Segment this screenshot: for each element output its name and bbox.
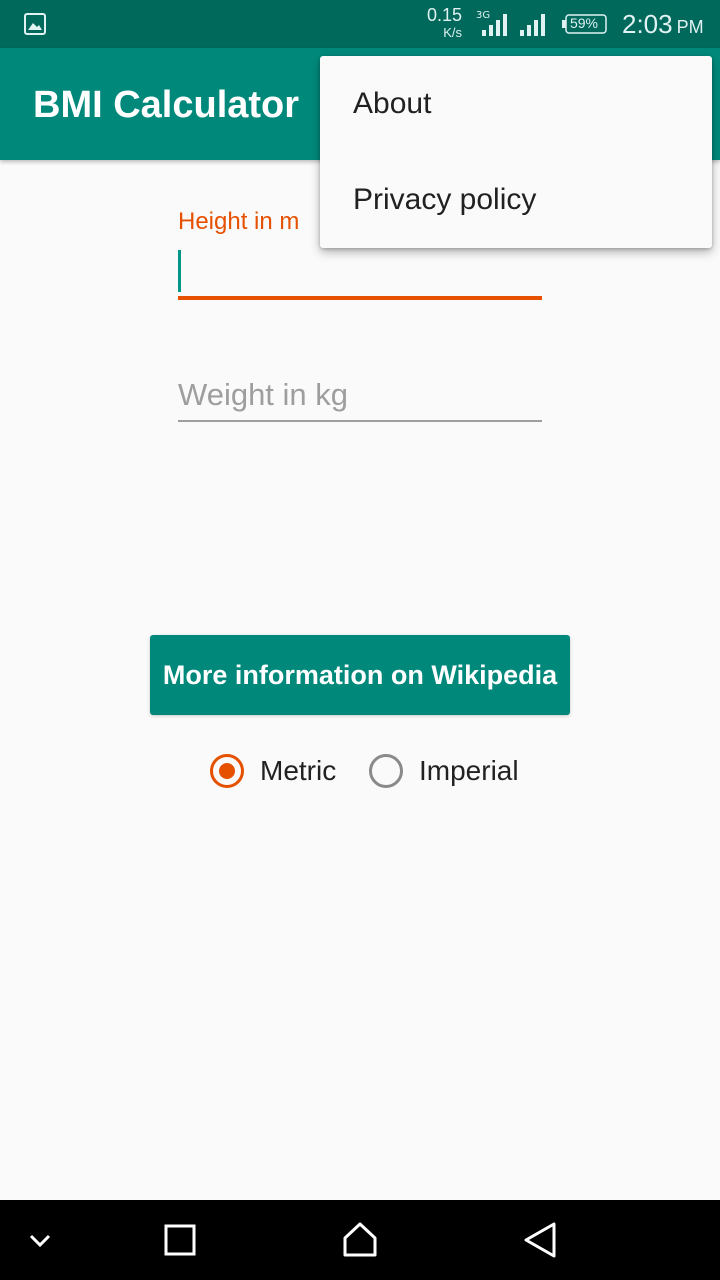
- svg-text:3G: 3G: [476, 10, 490, 21]
- status-bar: 0.15 K/s 3G 59% 2:03 PM: [0, 0, 720, 48]
- network-speed: 0.15 K/s: [418, 6, 462, 39]
- recent-apps-icon[interactable]: [158, 1218, 202, 1262]
- clock: 2:03 PM: [622, 9, 704, 40]
- gallery-icon: [24, 13, 46, 35]
- network-speed-value: 0.15: [426, 5, 462, 25]
- height-input[interactable]: [178, 246, 542, 300]
- clock-ampm: PM: [676, 17, 704, 37]
- back-icon[interactable]: [518, 1218, 562, 1262]
- menu-item-privacy-policy[interactable]: Privacy policy: [320, 152, 712, 248]
- battery-percent: 59%: [569, 15, 599, 31]
- home-icon[interactable]: [338, 1218, 382, 1262]
- menu-item-about[interactable]: About: [320, 56, 712, 152]
- weight-placeholder: Weight in kg: [178, 377, 349, 412]
- radio-unchecked-icon: [369, 754, 403, 788]
- signal-icon: [520, 14, 545, 36]
- weight-input[interactable]: Weight in kg: [178, 372, 542, 422]
- radio-metric-label: Metric: [260, 755, 337, 786]
- text-cursor: [178, 250, 181, 292]
- radio-metric[interactable]: Metric: [210, 750, 336, 792]
- radio-checked-icon: [210, 754, 244, 788]
- app-title: BMI Calculator: [33, 84, 300, 126]
- network-speed-unit: K/s: [443, 25, 462, 40]
- height-label: Height in m: [178, 208, 300, 235]
- radio-imperial[interactable]: Imperial: [369, 750, 519, 792]
- overflow-menu: About Privacy policy: [320, 56, 712, 248]
- signal-3g-icon: 3G: [476, 10, 507, 36]
- wikipedia-button[interactable]: More information on Wikipedia: [150, 635, 570, 715]
- clock-time: 2:03: [622, 9, 673, 39]
- chevron-down-icon[interactable]: [18, 1218, 62, 1262]
- navigation-bar: [0, 1200, 720, 1280]
- radio-imperial-label: Imperial: [419, 755, 519, 786]
